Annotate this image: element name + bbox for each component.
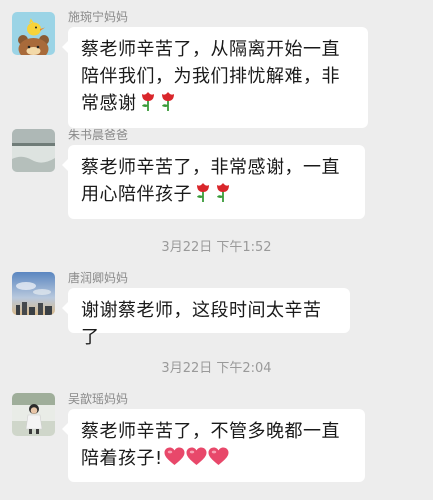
message-bubble[interactable]: 蔡老师辛苦了，从隔离开始一直陪伴我们，为我们排忧解难，非常感谢 [62,27,368,128]
avatar-bear[interactable] [12,12,55,55]
sender-name: 朱书晨爸爸 [68,128,129,142]
rose-emoji-icon [159,90,177,120]
avatar-child[interactable] [12,393,55,436]
landscape-avatar-icon [12,129,55,172]
avatar-sky[interactable] [12,272,55,315]
message-bubble[interactable]: 蔡老师辛苦了，不管多晚都一直陪着孩子! [62,409,365,482]
message-bubble[interactable]: 谢谢蔡老师，这段时间太辛苦了 [62,288,350,348]
sender-name: 唐润卿妈妈 [68,271,129,285]
timestamp: 3月22日 下午2:04 [161,361,272,376]
sender-name: 吴歆瑶妈妈 [68,392,129,406]
heart-emoji-icon [208,447,229,474]
child-avatar-icon [12,393,55,436]
sender-name: 施琬宁妈妈 [68,10,129,24]
rose-emoji-icon [139,90,157,120]
heart-emoji-icon [186,447,207,474]
message-text: 蔡老师辛苦了，从隔离开始一直陪伴我们，为我们排忧解难，非常感谢 [81,39,340,114]
sky-avatar-icon [12,272,55,315]
timestamp: 3月22日 下午1:52 [161,240,272,255]
rose-emoji-icon [214,181,232,211]
heart-emoji-icon [164,447,185,474]
bear-avatar-icon [12,12,55,55]
avatar-landscape[interactable] [12,129,55,172]
rose-emoji-icon [194,181,212,211]
message-bubble[interactable]: 蔡老师辛苦了，非常感谢，一直用心陪伴孩子 [62,145,365,219]
message-text: 谢谢蔡老师，这段时间太辛苦了 [81,300,322,348]
chat-message-list: 施琬宁妈妈 蔡老师辛苦了，从隔离开始一直陪伴我们，为我们排忧解难，非常感谢 朱书… [0,0,433,500]
